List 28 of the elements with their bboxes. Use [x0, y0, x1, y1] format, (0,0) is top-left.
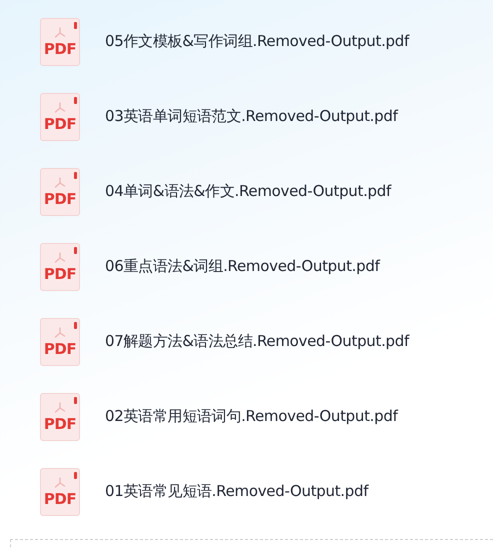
- file-name: 01英语常见短语.Removed-Output.pdf: [105, 481, 368, 502]
- file-item[interactable]: PDF 01英语常见短语.Removed-Output.pdf: [0, 454, 493, 529]
- file-type-label: PDF: [44, 492, 76, 506]
- file-item[interactable]: PDF 06重点语法&词组.Removed-Output.pdf: [0, 229, 493, 304]
- file-type-label: PDF: [44, 416, 76, 432]
- file-type-label: PDF: [44, 192, 76, 206]
- file-name: 05作文模板&写作词组.Removed-Output.pdf: [105, 31, 409, 52]
- file-type-label: PDF: [44, 266, 76, 282]
- acrobat-icon: [54, 26, 66, 38]
- file-type-label: PDF: [44, 42, 76, 56]
- file-name: 07解题方法&语法总结.Removed-Output.pdf: [105, 331, 409, 352]
- file-item[interactable]: PDF 07解题方法&语法总结.Removed-Output.pdf: [0, 304, 493, 379]
- acrobat-icon: [54, 402, 66, 414]
- file-name: 02英语常用短语词句.Removed-Output.pdf: [105, 406, 398, 428]
- file-item[interactable]: PDF 02英语常用短语词句.Removed-Output.pdf: [0, 379, 493, 454]
- file-name: 06重点语法&词组.Removed-Output.pdf: [105, 256, 380, 278]
- file-item[interactable]: PDF 05作文模板&写作词组.Removed-Output.pdf: [0, 4, 493, 79]
- file-item[interactable]: PDF 03英语单词短语范文.Removed-Output.pdf: [0, 79, 493, 154]
- acrobat-icon: [54, 476, 66, 488]
- file-name: 03英语单词短语范文.Removed-Output.pdf: [105, 106, 398, 128]
- acrobat-icon: [54, 176, 66, 188]
- acrobat-icon: [54, 102, 66, 114]
- file-name: 04单词&语法&作文.Removed-Output.pdf: [105, 181, 391, 202]
- acrobat-icon: [54, 252, 66, 264]
- acrobat-icon: [54, 326, 66, 338]
- file-type-label: PDF: [44, 116, 76, 132]
- file-item[interactable]: PDF 04单词&语法&作文.Removed-Output.pdf: [0, 154, 493, 229]
- file-type-label: PDF: [44, 342, 76, 356]
